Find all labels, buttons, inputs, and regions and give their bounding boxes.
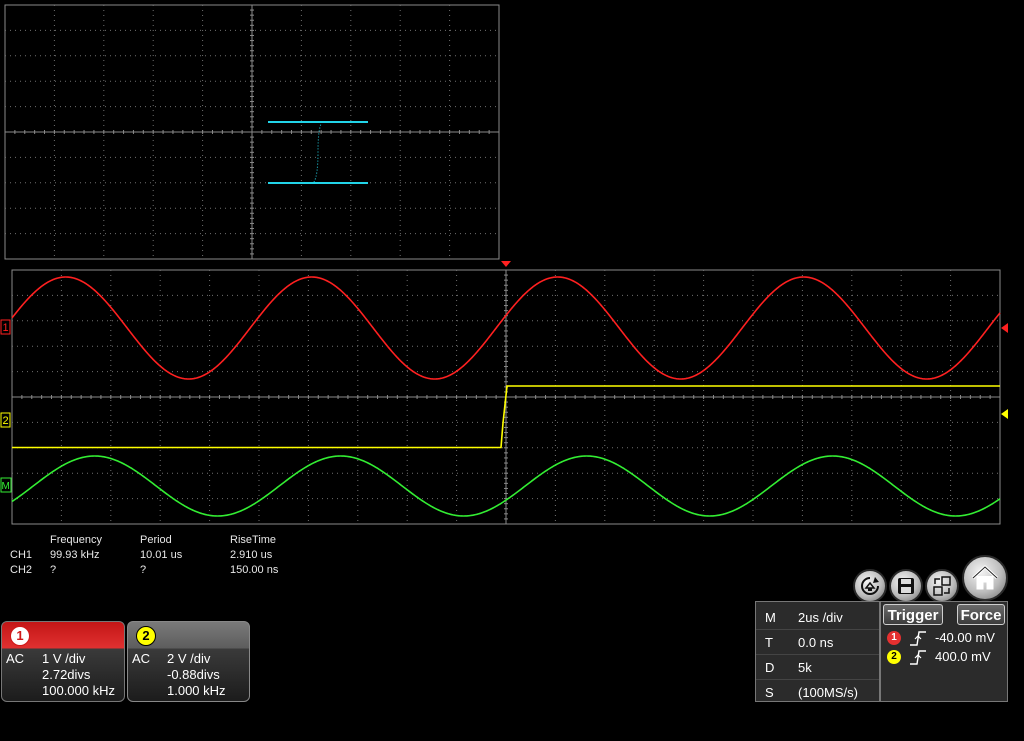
meas-row-ch2-label: CH2 — [10, 564, 33, 576]
home-icon — [971, 564, 999, 590]
meas-row-ch1-label: CH1 — [10, 549, 33, 561]
xy-grid — [4, 4, 500, 260]
trigger-panel: Trigger Force 1 -40.00 mV 2 400.0 mV — [880, 601, 1008, 702]
force-trigger-button[interactable]: Force — [957, 604, 1005, 625]
waveform-display[interactable]: 1 2 M — [0, 258, 1024, 528]
ch1-settings-card[interactable]: 1 AC 1 V /div 2.72divs 100.000 kHz — [1, 621, 125, 702]
meas-ch1-risetime: 2.910 us — [230, 549, 273, 561]
ch1-offset: 2.72divs — [42, 667, 91, 682]
meas-header-risetime: RiseTime — [230, 534, 277, 546]
meas-header-frequency: Frequency — [50, 534, 102, 546]
ch2-coupling: AC — [132, 651, 151, 666]
ch1-trigger-level-marker[interactable] — [1001, 323, 1008, 333]
save-button[interactable] — [889, 569, 923, 603]
timebase-samplerate: (100MS/s) — [798, 685, 858, 700]
math-level-marker[interactable]: M — [0, 477, 12, 493]
meas-header-period: Period — [140, 534, 172, 546]
meas-ch1-frequency: 99.93 kHz — [50, 549, 100, 561]
meas-ch2-risetime: 150.00 ns — [230, 564, 279, 576]
timebase-key-s: S — [765, 685, 774, 700]
trigger-ch2-level: 400.0 mV — [935, 649, 991, 664]
autoset-button[interactable] — [853, 569, 887, 603]
autoset-icon — [861, 577, 879, 595]
trigger-ch1-badge: 1 — [887, 631, 901, 645]
timebase-key-d: D — [765, 660, 775, 675]
meas-ch2-frequency: ? — [50, 564, 57, 576]
timebase-row-scale[interactable]: M 2us /div — [756, 605, 879, 630]
meas-ch1-period: 10.01 us — [140, 549, 183, 561]
timebase-offset: 0.0 ns — [798, 635, 834, 650]
home-button[interactable] — [962, 555, 1008, 601]
meas-ch2-period: ? — [140, 564, 147, 576]
timebase-scale: 2us /div — [798, 610, 843, 625]
ch2-settings-card[interactable]: 2 AC 2 V /div -0.88divs 1.000 kHz — [127, 621, 250, 702]
ch2-number-badge: 2 — [136, 626, 156, 646]
ch1-marker-label: 1 — [3, 322, 9, 334]
rising-edge-icon — [910, 631, 926, 646]
math-marker-label: M — [2, 481, 10, 492]
trigger-ch1-level: -40.00 mV — [935, 630, 995, 645]
display-layout-icon — [933, 576, 951, 596]
ch1-level-marker[interactable]: 1 — [0, 319, 11, 335]
save-icon — [898, 578, 914, 594]
ch2-scale: 2 V /div — [167, 651, 211, 666]
timebase-row-offset[interactable]: T 0.0 ns — [756, 630, 879, 655]
ch2-marker-label: 2 — [3, 415, 9, 427]
timebase-row-samplerate[interactable]: S (100MS/s) — [756, 680, 879, 704]
ch2-level-marker[interactable]: 2 — [0, 412, 11, 428]
timebase-key-m: M — [765, 610, 776, 625]
timebase-panel[interactable]: M 2us /div T 0.0 ns D 5k S (100MS/s) — [755, 601, 880, 702]
ch1-frequency: 100.000 kHz — [42, 683, 115, 698]
display-layout-button[interactable] — [925, 569, 959, 603]
timebase-depth: 5k — [798, 660, 812, 675]
trigger-button[interactable]: Trigger — [883, 604, 943, 625]
ch1-coupling: AC — [6, 651, 25, 666]
ch2-frequency: 1.000 kHz — [167, 683, 226, 698]
trigger-ch2-row[interactable]: 2 400.0 mV — [885, 648, 1005, 666]
ch2-trigger-level-marker[interactable] — [1001, 409, 1008, 419]
timebase-row-depth[interactable]: D 5k — [756, 655, 879, 680]
ch2-offset: -0.88divs — [167, 667, 220, 682]
timebase-key-t: T — [765, 635, 773, 650]
ch1-scale: 1 V /div — [42, 651, 86, 666]
rising-edge-icon — [910, 650, 926, 665]
xy-display — [4, 4, 500, 260]
trigger-position-marker[interactable] — [501, 261, 511, 267]
ch1-number-badge: 1 — [10, 626, 30, 646]
trigger-ch1-row[interactable]: 1 -40.00 mV — [885, 629, 1005, 647]
trigger-ch2-badge: 2 — [887, 650, 901, 664]
